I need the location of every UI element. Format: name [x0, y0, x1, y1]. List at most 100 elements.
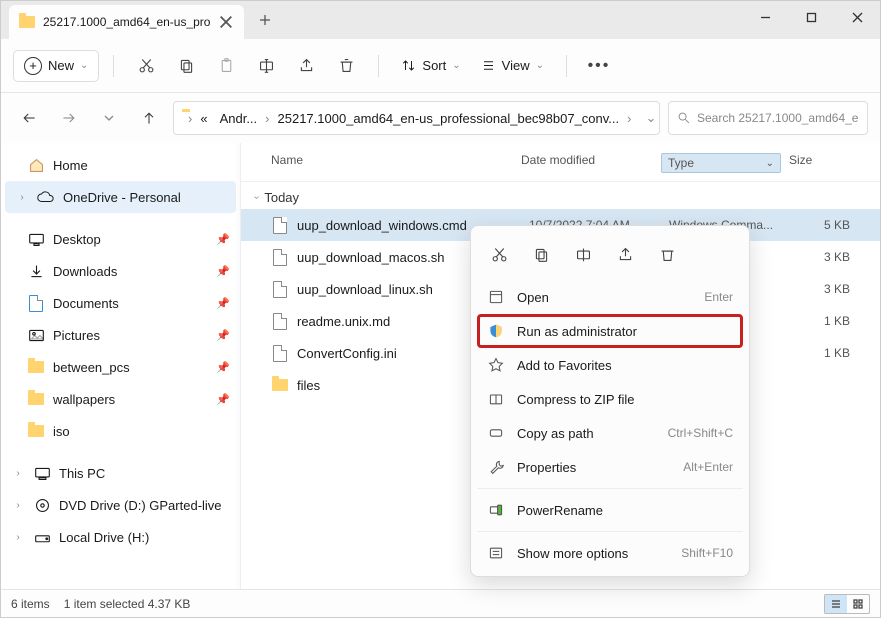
documents-icon: [27, 294, 45, 312]
cmd-file-icon: [271, 216, 289, 234]
downloads-icon: [27, 262, 45, 280]
breadcrumb-item[interactable]: Andr...: [216, 109, 262, 128]
chevron-right-icon: ›: [11, 500, 25, 511]
chevron-down-icon: ⌄: [536, 60, 544, 71]
pin-icon: 📌: [216, 393, 230, 406]
sidebar-item-drive[interactable]: › Local Drive (H:): [1, 521, 240, 553]
ctx-open[interactable]: Open Enter: [477, 280, 743, 314]
sh-file-icon: [271, 248, 289, 266]
cloud-icon: [37, 188, 55, 206]
back-button[interactable]: [13, 102, 45, 134]
chevron-down-icon: ›: [251, 196, 262, 199]
up-button[interactable]: [133, 102, 165, 134]
ctx-cut-button[interactable]: [481, 238, 517, 270]
pin-icon: 📌: [216, 361, 230, 374]
close-window-button[interactable]: [834, 1, 880, 33]
tab-title: 25217.1000_amd64_en-us_pro: [43, 15, 210, 29]
view-toggle: [824, 594, 870, 614]
ctx-delete-button[interactable]: [649, 238, 685, 270]
drive-icon: [33, 528, 51, 546]
context-menu: Open Enter Run as administrator Add to F…: [470, 225, 750, 577]
paste-button[interactable]: [208, 48, 244, 84]
view-label: View: [502, 58, 530, 73]
new-button[interactable]: + New ⌄: [13, 50, 99, 82]
column-type[interactable]: Type⌄: [661, 153, 781, 173]
rename-button[interactable]: [248, 48, 284, 84]
address-dropdown[interactable]: ⌄: [639, 110, 660, 126]
ctx-show-more[interactable]: Show more options Shift+F10: [477, 536, 743, 570]
sh-file-icon: [271, 280, 289, 298]
sidebar-item-downloads[interactable]: Downloads 📌: [1, 255, 240, 287]
more-button[interactable]: •••: [581, 48, 617, 84]
sidebar-item-pictures[interactable]: Pictures 📌: [1, 319, 240, 351]
pin-icon: 📌: [216, 329, 230, 342]
column-name[interactable]: Name: [261, 153, 521, 173]
column-size[interactable]: Size: [789, 153, 860, 173]
forward-button[interactable]: [53, 102, 85, 134]
chevron-right-icon: ›: [265, 111, 269, 126]
breadcrumb-prefix[interactable]: «: [196, 109, 211, 128]
chevron-down-icon: ⌄: [80, 60, 88, 71]
sidebar-item-home[interactable]: Home: [1, 149, 240, 181]
status-count: 6 items: [11, 597, 50, 611]
powerrename-icon: [487, 501, 505, 519]
sort-label: Sort: [422, 58, 446, 73]
title-bar: 25217.1000_amd64_en-us_pro: [1, 1, 880, 39]
sidebar-item-thispc[interactable]: › This PC: [1, 457, 240, 489]
ctx-compress[interactable]: Compress to ZIP file: [477, 382, 743, 416]
group-header[interactable]: › Today: [241, 182, 880, 209]
chevron-down-icon: ⌄: [766, 158, 774, 169]
sidebar-item-documents[interactable]: Documents 📌: [1, 287, 240, 319]
new-label: New: [48, 58, 74, 73]
search-box[interactable]: [668, 101, 868, 135]
sidebar-item-folder[interactable]: between_pcs 📌: [1, 351, 240, 383]
maximize-button[interactable]: [788, 1, 834, 33]
minimize-button[interactable]: [742, 1, 788, 33]
folder-icon: [27, 390, 45, 408]
search-icon: [677, 111, 691, 125]
new-tab-button[interactable]: [250, 5, 280, 35]
star-icon: [487, 356, 505, 374]
sidebar-item-onedrive[interactable]: › OneDrive - Personal: [5, 181, 236, 213]
chevron-down-icon: ⌄: [452, 60, 460, 71]
ctx-properties[interactable]: Properties Alt+Enter: [477, 450, 743, 484]
more-icon: [487, 544, 505, 562]
shield-icon: [487, 322, 505, 340]
delete-button[interactable]: [328, 48, 364, 84]
sidebar-item-dvd[interactable]: › DVD Drive (D:) GParted-live: [1, 489, 240, 521]
ini-file-icon: [271, 344, 289, 362]
window-tab[interactable]: 25217.1000_amd64_en-us_pro: [9, 5, 244, 39]
view-button[interactable]: View ⌄: [473, 52, 552, 79]
ctx-powerrename[interactable]: PowerRename: [477, 493, 743, 527]
ctx-run-as-admin[interactable]: Run as administrator: [477, 314, 743, 348]
sort-button[interactable]: Sort ⌄: [393, 52, 468, 79]
pin-icon: 📌: [216, 233, 230, 246]
cut-button[interactable]: [128, 48, 164, 84]
folder-icon: [27, 422, 45, 440]
recent-button[interactable]: [93, 102, 125, 134]
ctx-rename-button[interactable]: [565, 238, 601, 270]
ctx-add-favorites[interactable]: Add to Favorites: [477, 348, 743, 382]
ctx-share-button[interactable]: [607, 238, 643, 270]
details-view-button[interactable]: [825, 595, 847, 613]
column-headers: Name Date modified Type⌄ Size: [241, 143, 880, 182]
icons-view-button[interactable]: [847, 595, 869, 613]
sidebar-item-folder[interactable]: wallpapers 📌: [1, 383, 240, 415]
search-input[interactable]: [697, 111, 859, 125]
sidebar-item-folder[interactable]: iso: [1, 415, 240, 447]
open-icon: [487, 288, 505, 306]
ctx-copy-button[interactable]: [523, 238, 559, 270]
share-button[interactable]: [288, 48, 324, 84]
path-icon: [487, 424, 505, 442]
zip-icon: [487, 390, 505, 408]
pin-icon: 📌: [216, 297, 230, 310]
sidebar-item-desktop[interactable]: Desktop 📌: [1, 223, 240, 255]
breadcrumb-item[interactable]: 25217.1000_amd64_en-us_professional_bec9…: [274, 109, 624, 128]
copy-button[interactable]: [168, 48, 204, 84]
close-tab-button[interactable]: [218, 14, 234, 30]
address-bar[interactable]: › « Andr... › 25217.1000_amd64_en-us_pro…: [173, 101, 660, 135]
sidebar: Home › OneDrive - Personal Desktop 📌 Dow…: [1, 143, 241, 589]
folder-icon: [271, 376, 289, 394]
column-date[interactable]: Date modified: [521, 153, 661, 173]
ctx-copy-path[interactable]: Copy as path Ctrl+Shift+C: [477, 416, 743, 450]
